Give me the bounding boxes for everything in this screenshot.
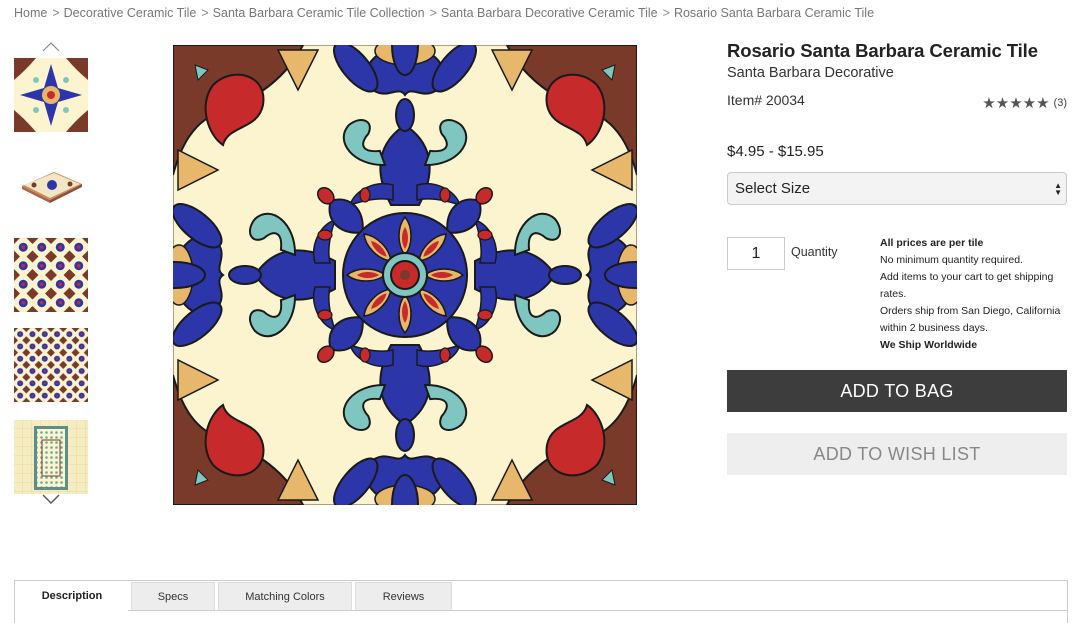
review-count[interactable]: (3) (1054, 97, 1067, 109)
pricing-info: All prices are per tile No minimum quant… (880, 235, 1070, 354)
breadcrumb-separator: > (201, 6, 209, 20)
breadcrumb-santa-barbara-collection[interactable]: Santa Barbara Ceramic Tile Collection (213, 6, 425, 20)
pricing-info-line: No minimum quantity required. (880, 254, 1023, 266)
pricing-info-heading: All prices are per tile (880, 237, 984, 249)
thumbnail-tile-pattern-2[interactable] (14, 328, 88, 402)
product-subtitle: Santa Barbara Decorative (727, 65, 894, 81)
quantity-row: 1 Quantity All prices are per tile No mi… (727, 235, 1067, 360)
select-caret-icon: ▲ ▼ (1054, 181, 1062, 197)
breadcrumb-decorative-ceramic-tile[interactable]: Decorative Ceramic Tile (64, 6, 197, 20)
breadcrumb-santa-barbara-decorative[interactable]: Santa Barbara Decorative Ceramic Tile (441, 6, 658, 20)
price-range: $4.95 - $15.95 (727, 143, 824, 160)
pricing-info-line: Orders ship from San Diego, California w… (880, 305, 1061, 334)
thumbnail-carousel (13, 40, 89, 510)
tab-reviews[interactable]: Reviews (355, 582, 452, 610)
item-number: Item# 20034 (727, 92, 805, 108)
thumbnail-tile-angle[interactable] (14, 148, 88, 222)
add-to-bag-button[interactable]: ADD TO BAG (727, 370, 1067, 412)
thumbnail-tile-rug-layout[interactable] (14, 420, 88, 494)
item-row: Item# 20034 ★★★★★ (3) (727, 92, 1067, 112)
chevron-down-icon[interactable] (41, 492, 61, 506)
product-title: Rosario Santa Barbara Ceramic Tile (727, 40, 1038, 61)
thumbnail-tile-pattern-1[interactable] (14, 238, 88, 312)
breadcrumb-home[interactable]: Home (14, 6, 47, 20)
breadcrumb-separator: > (662, 6, 670, 20)
tab-matching-colors[interactable]: Matching Colors (218, 582, 352, 610)
thumbnail-tile-front[interactable] (14, 58, 88, 132)
chevron-up-icon[interactable] (41, 40, 61, 54)
product-main-image (173, 45, 637, 505)
breadcrumb: Home > Decorative Ceramic Tile > Santa Barba… (14, 6, 874, 20)
ship-worldwide-note: We Ship Worldwide (880, 339, 978, 351)
size-select-value: Select Size (735, 180, 811, 197)
rating[interactable]: ★★★★★ (3) (982, 94, 1067, 112)
tab-description[interactable]: Description (16, 582, 128, 610)
product-details: Rosario Santa Barbara Ceramic Tile Santa… (727, 40, 1067, 360)
pricing-info-line: Add items to your cart to get shipping r… (880, 271, 1054, 300)
quantity-label: Quantity (791, 245, 838, 259)
quantity-input[interactable]: 1 (727, 237, 785, 270)
tab-specs[interactable]: Specs (131, 582, 215, 610)
breadcrumb-current-product[interactable]: Rosario Santa Barbara Ceramic Tile (674, 6, 874, 20)
star-icon: ★★★★★ (982, 95, 1050, 112)
breadcrumb-separator: > (52, 6, 60, 20)
breadcrumb-separator: > (429, 6, 437, 20)
size-select[interactable]: Select Size ▲ ▼ (727, 172, 1067, 205)
add-to-wish-list-button[interactable]: ADD TO WISH LIST (727, 433, 1067, 475)
